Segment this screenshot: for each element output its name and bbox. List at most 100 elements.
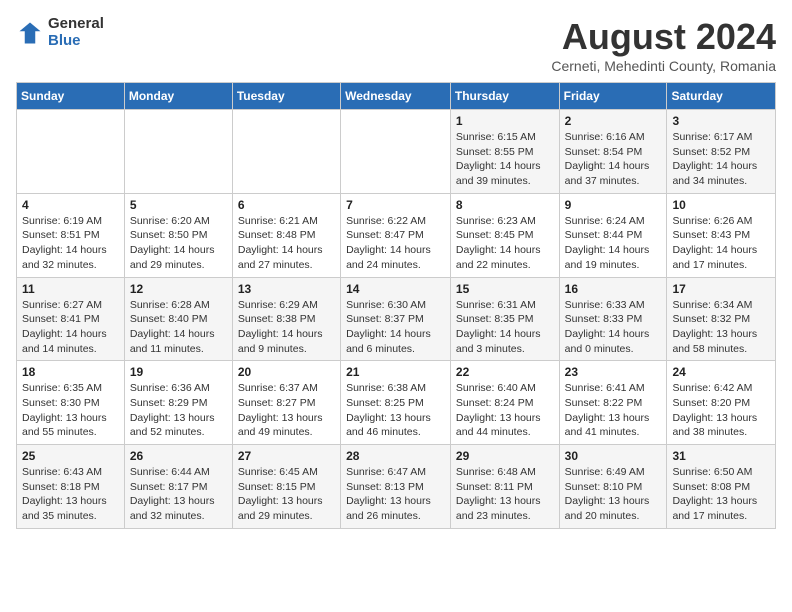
day-info: Sunrise: 6:16 AMSunset: 8:54 PMDaylight:… [565,130,662,189]
location-subtitle: Cerneti, Mehedinti County, Romania [551,58,776,74]
header-thursday: Thursday [450,83,559,110]
month-title: August 2024 [551,16,776,58]
day-cell: 12Sunrise: 6:28 AMSunset: 8:40 PMDayligh… [124,277,232,361]
day-number: 22 [456,365,554,379]
logo-icon [16,19,44,47]
day-cell: 5 Sunrise: 6:20 AMSunset: 8:50 PMDaylight… [124,193,232,277]
calendar-header: SundayMondayTuesdayWednesdayThursdayFrid… [17,83,776,110]
day-cell [17,110,125,194]
day-number: 20 [238,365,335,379]
week-row-3: 11 Sunrise: 6:27 AMSunset: 8:41 PMDayligh… [17,277,776,361]
page-header: General Blue August 2024 Cerneti, Mehedi… [16,16,776,74]
day-number: 3 [672,114,770,128]
day-info: Sunrise: 6:28 AMSunset: 8:40 PMDaylight:… [130,298,227,357]
day-number: 11 [22,282,119,296]
day-number: 2 [565,114,662,128]
week-row-4: 18 Sunrise: 6:35 AMSunset: 8:30 PMDayligh… [17,361,776,445]
header-friday: Friday [559,83,667,110]
day-info: Sunrise: 6:29 AMSunset: 8:38 PMDaylight:… [238,298,335,357]
logo-text: General Blue [48,16,104,49]
day-info: Sunrise: 6:49 AMSunset: 8:10 PMDaylight:… [565,465,662,524]
day-info: Sunrise: 6:22 AMSunset: 8:47 PMDaylight:… [346,214,445,273]
week-row-1: 1Sunrise: 6:15 AMSunset: 8:55 PMDaylight… [17,110,776,194]
day-info: Sunrise: 6:26 AMSunset: 8:43 PMDaylight:… [672,214,770,273]
day-number: 15 [456,282,554,296]
day-cell: 8 Sunrise: 6:23 AMSunset: 8:45 PMDaylight… [450,193,559,277]
day-number: 31 [672,449,770,463]
day-info: Sunrise: 6:43 AMSunset: 8:18 PMDaylight:… [22,465,119,524]
day-cell: 16 Sunrise: 6:33 AMSunset: 8:33 PMDayligh… [559,277,667,361]
day-info: Sunrise: 6:41 AMSunset: 8:22 PMDaylight:… [565,381,662,440]
day-number: 14 [346,282,445,296]
calendar-table: SundayMondayTuesdayWednesdayThursdayFrid… [16,82,776,529]
day-cell: 13 Sunrise: 6:29 AMSunset: 8:38 PMDayligh… [232,277,340,361]
day-number: 9 [565,198,662,212]
day-cell: 28 Sunrise: 6:47 AMSunset: 8:13 PMDayligh… [341,445,451,529]
day-cell: 27Sunrise: 6:45 AMSunset: 8:15 PMDayligh… [232,445,340,529]
day-info: Sunrise: 6:24 AMSunset: 8:44 PMDaylight:… [565,214,662,273]
day-cell: 29Sunrise: 6:48 AMSunset: 8:11 PMDayligh… [450,445,559,529]
day-info: Sunrise: 6:31 AMSunset: 8:35 PMDaylight:… [456,298,554,357]
day-cell: 10 Sunrise: 6:26 AMSunset: 8:43 PMDayligh… [667,193,776,277]
day-number: 28 [346,449,445,463]
day-info: Sunrise: 6:47 AMSunset: 8:13 PMDaylight:… [346,465,445,524]
day-cell: 17Sunrise: 6:34 AMSunset: 8:32 PMDayligh… [667,277,776,361]
day-cell: 15 Sunrise: 6:31 AMSunset: 8:35 PMDayligh… [450,277,559,361]
day-number: 7 [346,198,445,212]
day-cell: 22 Sunrise: 6:40 AMSunset: 8:24 PMDayligh… [450,361,559,445]
day-cell: 31 Sunrise: 6:50 AMSunset: 8:08 PMDayligh… [667,445,776,529]
day-cell [232,110,340,194]
header-sunday: Sunday [17,83,125,110]
day-info: Sunrise: 6:38 AMSunset: 8:25 PMDaylight:… [346,381,445,440]
day-cell: 14Sunrise: 6:30 AMSunset: 8:37 PMDayligh… [341,277,451,361]
logo-blue-text: Blue [48,33,104,50]
day-info: Sunrise: 6:23 AMSunset: 8:45 PMDaylight:… [456,214,554,273]
week-row-5: 25Sunrise: 6:43 AMSunset: 8:18 PMDayligh… [17,445,776,529]
day-cell: 26Sunrise: 6:44 AMSunset: 8:17 PMDayligh… [124,445,232,529]
title-area: August 2024 Cerneti, Mehedinti County, R… [551,16,776,74]
day-number: 18 [22,365,119,379]
day-number: 16 [565,282,662,296]
logo: General Blue [16,16,104,49]
day-number: 4 [22,198,119,212]
day-number: 5 [130,198,227,212]
day-cell: 20 Sunrise: 6:37 AMSunset: 8:27 PMDayligh… [232,361,340,445]
day-info: Sunrise: 6:50 AMSunset: 8:08 PMDaylight:… [672,465,770,524]
day-info: Sunrise: 6:20 AMSunset: 8:50 PMDaylight:… [130,214,227,273]
day-cell: 23 Sunrise: 6:41 AMSunset: 8:22 PMDayligh… [559,361,667,445]
day-cell: 19 Sunrise: 6:36 AMSunset: 8:29 PMDayligh… [124,361,232,445]
day-info: Sunrise: 6:35 AMSunset: 8:30 PMDaylight:… [22,381,119,440]
day-cell [341,110,451,194]
header-monday: Monday [124,83,232,110]
header-row: SundayMondayTuesdayWednesdayThursdayFrid… [17,83,776,110]
day-cell: 2 Sunrise: 6:16 AMSunset: 8:54 PMDaylight… [559,110,667,194]
day-info: Sunrise: 6:37 AMSunset: 8:27 PMDaylight:… [238,381,335,440]
logo-general-text: General [48,16,104,33]
day-info: Sunrise: 6:36 AMSunset: 8:29 PMDaylight:… [130,381,227,440]
day-info: Sunrise: 6:42 AMSunset: 8:20 PMDaylight:… [672,381,770,440]
day-cell: 25Sunrise: 6:43 AMSunset: 8:18 PMDayligh… [17,445,125,529]
day-info: Sunrise: 6:40 AMSunset: 8:24 PMDaylight:… [456,381,554,440]
day-number: 30 [565,449,662,463]
day-info: Sunrise: 6:21 AMSunset: 8:48 PMDaylight:… [238,214,335,273]
header-wednesday: Wednesday [341,83,451,110]
day-cell: 30 Sunrise: 6:49 AMSunset: 8:10 PMDayligh… [559,445,667,529]
header-tuesday: Tuesday [232,83,340,110]
day-number: 13 [238,282,335,296]
day-number: 21 [346,365,445,379]
day-info: Sunrise: 6:48 AMSunset: 8:11 PMDaylight:… [456,465,554,524]
day-number: 19 [130,365,227,379]
day-info: Sunrise: 6:17 AMSunset: 8:52 PMDaylight:… [672,130,770,189]
day-cell: 18 Sunrise: 6:35 AMSunset: 8:30 PMDayligh… [17,361,125,445]
day-cell: 11 Sunrise: 6:27 AMSunset: 8:41 PMDayligh… [17,277,125,361]
day-info: Sunrise: 6:33 AMSunset: 8:33 PMDaylight:… [565,298,662,357]
day-number: 23 [565,365,662,379]
day-cell: 3 Sunrise: 6:17 AMSunset: 8:52 PMDaylight… [667,110,776,194]
day-cell: 21 Sunrise: 6:38 AMSunset: 8:25 PMDayligh… [341,361,451,445]
day-number: 8 [456,198,554,212]
day-number: 10 [672,198,770,212]
day-cell: 6Sunrise: 6:21 AMSunset: 8:48 PMDaylight… [232,193,340,277]
day-info: Sunrise: 6:44 AMSunset: 8:17 PMDaylight:… [130,465,227,524]
day-cell: 1Sunrise: 6:15 AMSunset: 8:55 PMDaylight… [450,110,559,194]
day-info: Sunrise: 6:27 AMSunset: 8:41 PMDaylight:… [22,298,119,357]
